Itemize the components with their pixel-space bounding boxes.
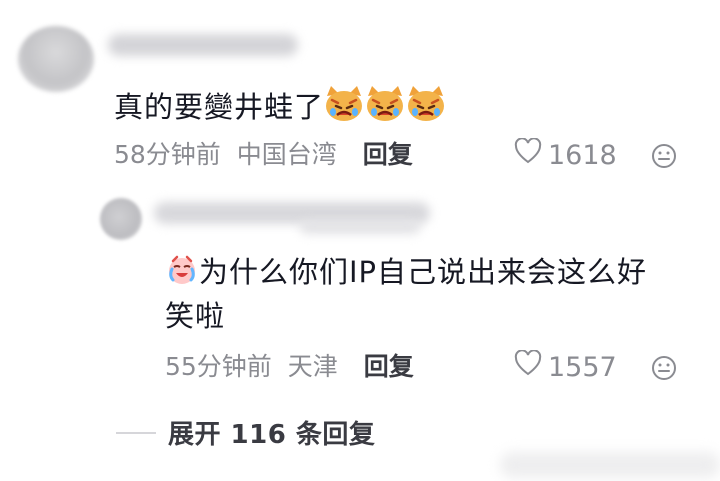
username-blurred[interactable]	[108, 34, 298, 56]
divider-line	[116, 431, 156, 434]
username-blurred-secondary	[300, 220, 420, 234]
comment-location: 中国台湾	[236, 140, 337, 169]
comment-meta: 55分钟前 天津 回复	[165, 350, 414, 384]
reply-button[interactable]: 回复	[364, 352, 414, 381]
laugh-crying-icon	[165, 252, 199, 296]
reply-button[interactable]: 回复	[363, 140, 413, 169]
expand-replies-button[interactable]: 展开 116 条回复	[116, 414, 375, 451]
like-count: 1618	[548, 139, 617, 171]
emoji-reaction-icon[interactable]	[650, 142, 678, 174]
cat-crying-icon	[324, 84, 446, 134]
like-button[interactable]: 1618	[514, 137, 617, 173]
avatar[interactable]	[100, 198, 142, 240]
comment-time: 55分钟前	[165, 352, 272, 381]
heart-outline-icon	[514, 137, 542, 173]
avatar[interactable]	[18, 26, 94, 92]
comment-meta: 58分钟前 中国台湾 回复	[114, 138, 413, 172]
comment-time: 58分钟前	[114, 140, 221, 169]
comment-text: 为什么你们IP自己说出来会这么好笑啦	[165, 252, 665, 336]
comment-text-content: 真的要變井蛙了	[114, 90, 325, 124]
comment-text: 真的要變井蛙了	[114, 84, 446, 134]
emoji-reaction-icon[interactable]	[650, 354, 678, 386]
expand-replies-label: 展开 116 条回复	[168, 420, 376, 450]
comment-text-content: 为什么你们IP自己说出来会这么好笑啦	[165, 255, 648, 333]
like-button[interactable]: 1557	[514, 349, 617, 385]
like-count: 1557	[548, 351, 617, 383]
blurred-area	[500, 452, 720, 478]
heart-outline-icon	[514, 349, 542, 385]
comment-location: 天津	[287, 352, 338, 381]
